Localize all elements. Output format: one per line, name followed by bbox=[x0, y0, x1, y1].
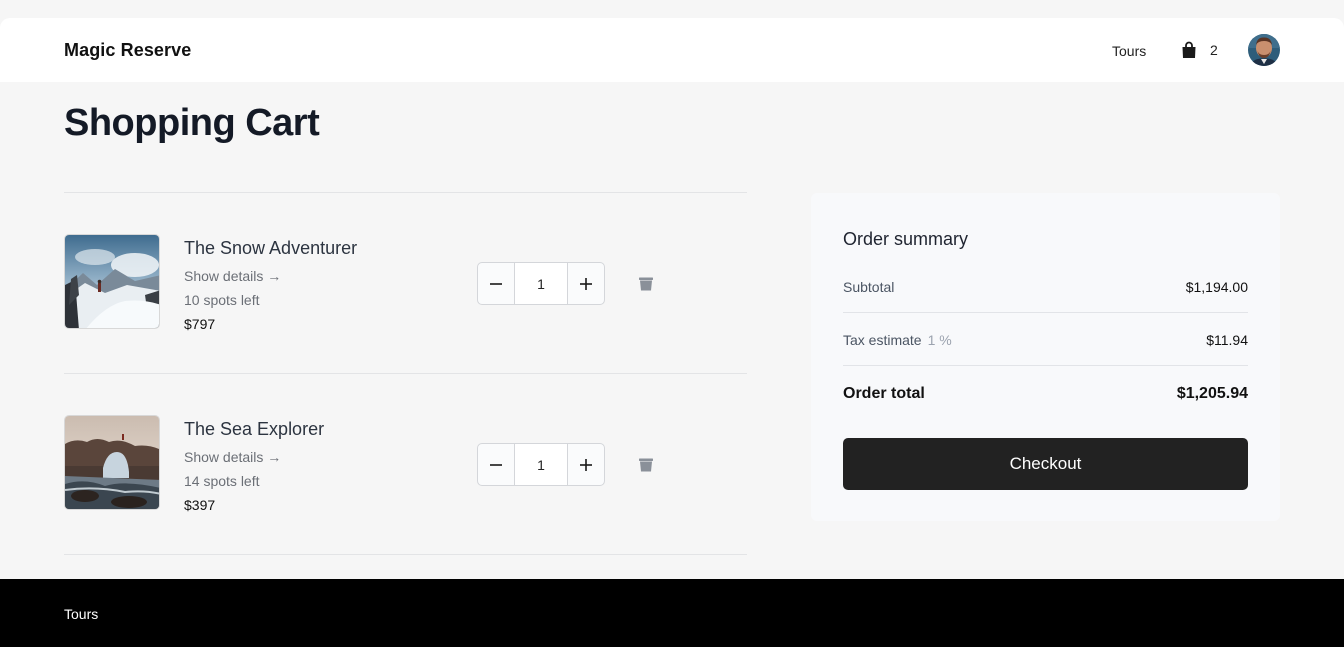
quantity-input[interactable] bbox=[515, 263, 567, 304]
brand-logo[interactable]: Magic Reserve bbox=[64, 40, 191, 61]
increase-quantity-button[interactable] bbox=[567, 444, 604, 485]
divider bbox=[843, 365, 1248, 366]
top-header: Magic Reserve Tours 2 bbox=[0, 18, 1344, 82]
quantity-stepper bbox=[477, 262, 605, 305]
nav-link-tours[interactable]: Tours bbox=[1112, 43, 1146, 59]
cart-button[interactable]: 2 bbox=[1180, 40, 1218, 60]
shopping-bag-icon bbox=[1180, 41, 1198, 59]
plus-icon bbox=[580, 277, 592, 290]
trash-icon bbox=[639, 458, 653, 472]
subtotal-label: Subtotal bbox=[843, 279, 895, 295]
spots-left: 10 spots left bbox=[184, 292, 260, 308]
subtotal-value: $1,194.00 bbox=[1185, 279, 1248, 295]
checkout-button[interactable]: Checkout bbox=[843, 438, 1248, 490]
divider bbox=[843, 312, 1248, 313]
spots-left: 14 spots left bbox=[184, 473, 260, 489]
minus-icon bbox=[490, 463, 502, 466]
footer-link-tours[interactable]: Tours bbox=[64, 606, 98, 622]
cart-item: The Sea Explorer Show details → 14 spots… bbox=[64, 374, 747, 554]
minus-icon bbox=[490, 282, 502, 285]
increase-quantity-button[interactable] bbox=[567, 263, 604, 304]
tax-rate: 1 % bbox=[927, 332, 952, 348]
page-title: Shopping Cart bbox=[64, 102, 320, 144]
show-details-link[interactable]: Show details → bbox=[184, 449, 281, 465]
tax-label: Tax estimate bbox=[843, 332, 922, 348]
quantity-input[interactable] bbox=[515, 444, 567, 485]
cart-count: 2 bbox=[1210, 42, 1218, 58]
decrease-quantity-button[interactable] bbox=[478, 444, 515, 485]
show-details-link[interactable]: Show details → bbox=[184, 268, 281, 284]
tax-label-group: Tax estimate 1 % bbox=[843, 332, 952, 348]
order-summary-panel: Order summary Subtotal $1,194.00 Tax est… bbox=[811, 193, 1280, 521]
remove-item-button[interactable] bbox=[638, 458, 654, 472]
plus-icon bbox=[580, 458, 592, 471]
sea-rock-arch-image bbox=[64, 415, 160, 510]
decrease-quantity-button[interactable] bbox=[478, 263, 515, 304]
order-summary-title: Order summary bbox=[843, 229, 969, 249]
order-total-value: $1,205.94 bbox=[1176, 385, 1248, 402]
item-price: $797 bbox=[184, 316, 216, 332]
cart-item: The Snow Adventurer Show details → 10 sp… bbox=[64, 193, 747, 373]
user-avatar[interactable] bbox=[1248, 34, 1280, 66]
item-price: $397 bbox=[184, 497, 216, 513]
item-name[interactable]: The Sea Explorer bbox=[184, 419, 324, 440]
remove-item-button[interactable] bbox=[638, 277, 654, 291]
divider bbox=[64, 554, 747, 555]
item-name[interactable]: The Snow Adventurer bbox=[184, 238, 357, 259]
snowy-mountain-hiker-image bbox=[64, 234, 160, 329]
order-total-label: Order total bbox=[843, 385, 925, 402]
footer: Tours bbox=[0, 579, 1344, 647]
trash-icon bbox=[639, 277, 653, 291]
quantity-stepper bbox=[477, 443, 605, 486]
tax-value: $11.94 bbox=[1206, 332, 1248, 348]
